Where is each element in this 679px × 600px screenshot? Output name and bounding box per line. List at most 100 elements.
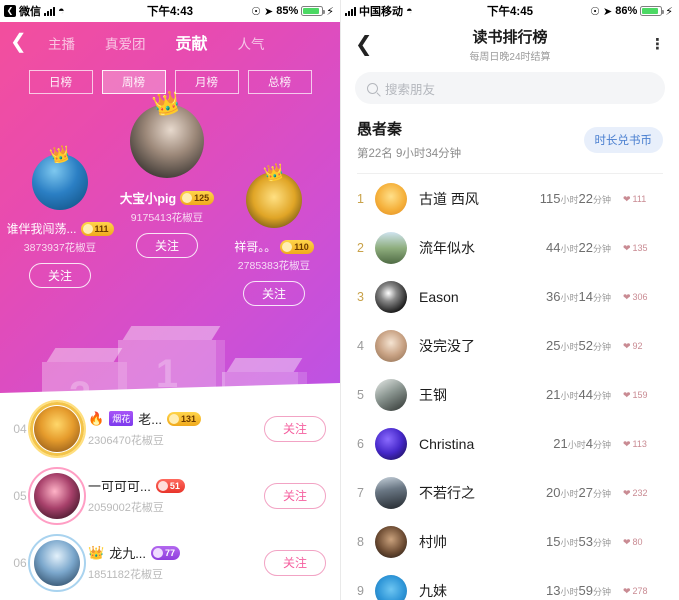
like-count[interactable]: ❤ 80 <box>623 537 663 547</box>
rank-number: 3 <box>357 289 364 304</box>
level-value: 111 <box>94 223 109 234</box>
my-rank-card: 愚者秦 第22名 9小时34分钟 时长兑书币 <box>341 104 679 173</box>
podium-area: 2 1 3 <box>0 88 340 428</box>
follow-button[interactable]: 关注 <box>136 233 198 258</box>
podium-block-top <box>122 326 221 340</box>
exchange-coins-button[interactable]: 时长兑书币 <box>583 126 663 153</box>
list-item-main: 🔥 烟花 老... 131 2306470花椒豆 <box>88 409 264 448</box>
avatar[interactable] <box>28 399 86 458</box>
segment-weekly[interactable]: 周榜 <box>101 70 166 94</box>
avatar[interactable] <box>375 231 407 264</box>
tab-contribution[interactable]: 贡献 <box>176 30 208 54</box>
avatar[interactable] <box>375 182 407 215</box>
heart-icon: ❤ <box>623 438 631 449</box>
podium-winner-2[interactable]: 👑 谁伴我闯荡... 111 3873937花椒豆 关注 <box>6 145 114 288</box>
search-input[interactable]: 搜索朋友 <box>355 72 665 104</box>
left-status-bar: ❮ 微信 ◓ 下午4:43 ☉ ➤ 85% ⚡ <box>0 0 340 22</box>
rank-number: 6 <box>357 436 364 451</box>
table-row[interactable]: 6 Christina 21小时4分钟 ❤ 113 <box>341 419 679 468</box>
user-name: 村帅 <box>419 533 447 550</box>
table-row[interactable]: 1 古道 西风 115小时22分钟 ❤ 111 <box>341 174 679 223</box>
user-name: 流年似水 <box>419 239 475 256</box>
user-name: 九妹 <box>419 582 447 599</box>
firework-tag: 烟花 <box>109 411 134 426</box>
avatar[interactable] <box>28 466 86 525</box>
like-count[interactable]: ❤ 159 <box>623 390 663 400</box>
left-tab-strip: 主播 真爱团 贡献 人气 <box>48 30 265 54</box>
avatar[interactable] <box>28 533 86 592</box>
level-badge-icon <box>282 241 293 252</box>
level-badge-icon <box>82 223 93 234</box>
like-count[interactable]: ❤ 92 <box>623 341 663 351</box>
fire-icon: 🔥 <box>88 410 105 426</box>
rank-number: 9 <box>357 583 364 598</box>
winner-name-row: 祥哥。。 110 <box>222 238 326 255</box>
segment-total[interactable]: 总榜 <box>247 70 312 94</box>
tab-anchor[interactable]: 主播 <box>48 33 75 53</box>
rank-number: 7 <box>357 485 364 500</box>
heart-icon: ❤ <box>623 487 631 498</box>
table-row[interactable]: 2 流年似水 44小时22分钟 ❤ 135 <box>341 223 679 272</box>
heart-icon: ❤ <box>623 389 631 400</box>
like-count[interactable]: ❤ 232 <box>623 488 663 498</box>
table-row[interactable]: 5 王钢 21小时44分钟 ❤ 159 <box>341 370 679 419</box>
avatar[interactable] <box>375 329 407 362</box>
list-item[interactable]: 04 🔥 烟花 老... 131 2306470花椒豆 关注 <box>0 395 340 462</box>
segment-monthly[interactable]: 月榜 <box>174 70 239 94</box>
period-segment-control: 日榜 周榜 月榜 总榜 <box>0 70 340 94</box>
battery-icon <box>640 6 665 16</box>
tab-fanclub[interactable]: 真爱团 <box>105 33 146 53</box>
reading-time: 21小时4分钟 <box>553 436 611 451</box>
nav-titles: 读书排行榜 每周日晚24时结算 <box>341 26 679 63</box>
like-count[interactable]: ❤ 135 <box>623 243 663 253</box>
avatar[interactable] <box>375 574 407 600</box>
list-item[interactable]: 06 👑 龙九... 77 1851182花椒豆 关注 <box>0 529 340 596</box>
alarm-icon: ☉ <box>590 5 601 18</box>
follow-button[interactable]: 关注 <box>29 263 91 288</box>
avatar[interactable] <box>375 476 407 509</box>
tab-popularity[interactable]: 人气 <box>238 33 265 53</box>
avatar[interactable] <box>375 525 407 558</box>
level-value: 51 <box>169 480 180 491</box>
chevron-left-icon[interactable]: ❮ <box>10 32 38 52</box>
follow-button[interactable]: 关注 <box>243 281 305 306</box>
segment-daily[interactable]: 日榜 <box>28 70 93 94</box>
avatar[interactable] <box>375 427 407 460</box>
level-value: 131 <box>181 413 197 424</box>
avatar-wrap: 👑 <box>32 145 88 210</box>
follow-button[interactable]: 关注 <box>264 482 326 509</box>
user-coins: 2306470花椒豆 <box>88 435 164 447</box>
avatar[interactable] <box>375 378 407 411</box>
like-count[interactable]: ❤ 113 <box>623 439 663 449</box>
chevron-left-icon[interactable]: ❮ <box>355 34 373 55</box>
table-row[interactable]: 4 没完没了 25小时52分钟 ❤ 92 <box>341 321 679 370</box>
table-row[interactable]: 3 Eason 36小时14分钟 ❤ 306 <box>341 272 679 321</box>
level-badge: 51 <box>155 478 185 493</box>
like-count[interactable]: ❤ 111 <box>623 194 663 204</box>
charging-bolt-icon: ⚡ <box>665 5 673 18</box>
more-vertical-icon[interactable]: ⋮ <box>650 37 665 52</box>
table-row[interactable]: 9 九妹 13小时59分钟 ❤ 278 <box>341 566 679 600</box>
list-item-main: 👑 龙九... 77 1851182花椒豆 <box>88 543 264 582</box>
user-name: 一可可可... <box>88 479 151 494</box>
table-row[interactable]: 7 不若行之 20小时27分钟 ❤ 232 <box>341 468 679 517</box>
like-count[interactable]: ❤ 278 <box>623 586 663 596</box>
like-value: 92 <box>632 340 643 351</box>
podium-winner-1[interactable]: 👑 大宝小pig 125 9175413花椒豆 关注 <box>114 88 220 258</box>
follow-button[interactable]: 关注 <box>264 549 326 576</box>
podium-block-top <box>46 348 123 362</box>
level-value: 77 <box>165 547 176 558</box>
podium-winner-3[interactable]: 👑 祥哥。。 110 2785383花椒豆 关注 <box>222 163 326 306</box>
status-battery-label: 85% <box>276 5 299 17</box>
winner-coins: 9175413花椒豆 <box>130 212 204 224</box>
follow-button[interactable]: 关注 <box>264 415 326 442</box>
avatar-frame-icon <box>28 399 86 458</box>
avatar[interactable] <box>375 280 407 313</box>
list-item[interactable]: 05 一可可可... 51 2059002花椒豆 关注 <box>0 462 340 529</box>
like-count[interactable]: ❤ 306 <box>623 292 663 302</box>
table-row[interactable]: 8 村帅 15小时53分钟 ❤ 80 <box>341 517 679 566</box>
dual-screenshot: ❮ 微信 ◓ 下午4:43 ☉ ➤ 85% ⚡ ❮ 主播 真爱团 贡献 人气 日… <box>0 0 679 600</box>
right-nav-bar: ❮ 读书排行榜 每周日晚24时结算 ⋮ <box>341 22 679 66</box>
level-badge: 131 <box>167 411 202 426</box>
status-right: ☉ ➤ 86% ⚡ <box>590 5 673 18</box>
